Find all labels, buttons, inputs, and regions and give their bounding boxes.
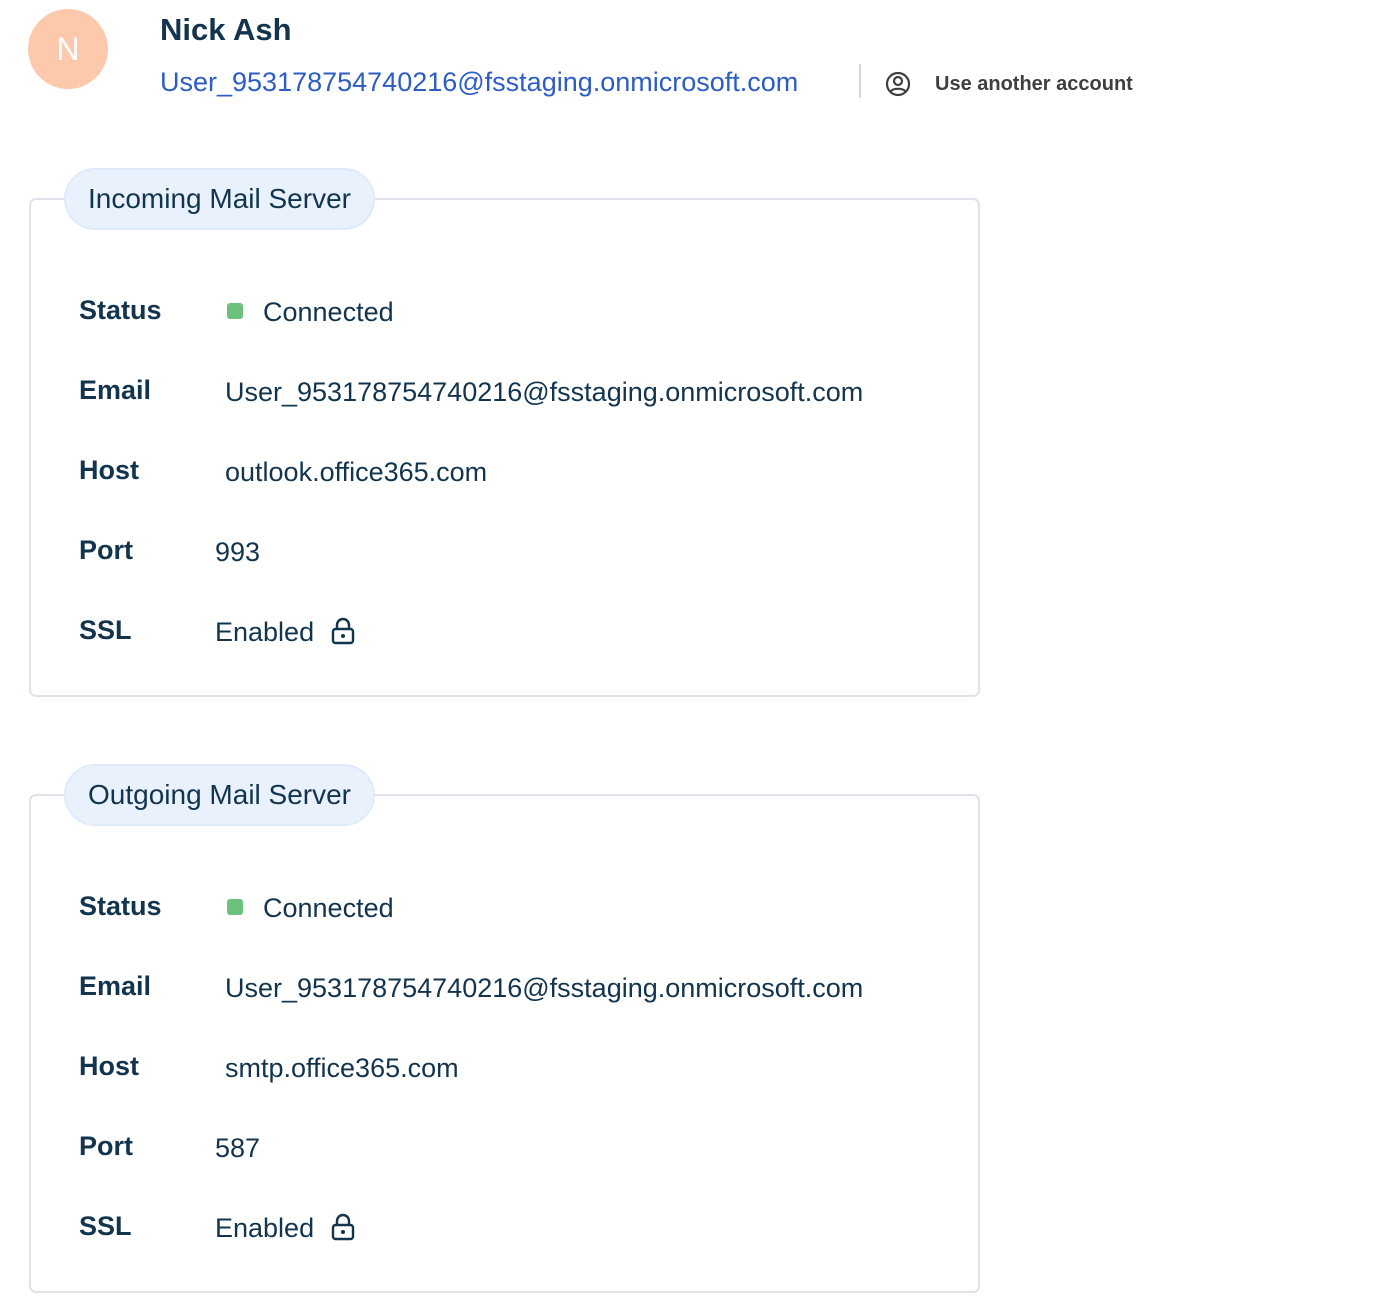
ssl-value: Enabled (215, 612, 356, 652)
status-value: Connected (227, 888, 394, 928)
port-value: 993 (215, 537, 261, 567)
host-value: smtp.office365.com (225, 1053, 459, 1083)
host-value: outlook.office365.com (225, 457, 488, 487)
email-value: User_953178754740216@fsstaging.onmicroso… (225, 377, 864, 407)
outgoing-status-row: Status Connected (79, 886, 959, 926)
outgoing-mail-server-card: Outgoing Mail Server Status Connected Em… (29, 764, 980, 1293)
status-text: Connected (263, 297, 394, 327)
port-label: Port (79, 1131, 133, 1161)
incoming-host-row: Host outlook.office365.com (79, 450, 959, 490)
incoming-port-row: Port 993 (79, 530, 959, 570)
avatar: N (28, 9, 108, 89)
outgoing-port-row: Port 587 (79, 1126, 959, 1166)
header-divider (859, 64, 861, 98)
use-another-account-button[interactable]: Use another account (884, 69, 1133, 99)
use-another-account-label: Use another account (935, 72, 1133, 95)
lock-icon (330, 1212, 356, 1242)
status-text: Connected (263, 893, 394, 923)
outgoing-email-row: Email User_953178754740216@fsstaging.onm… (79, 966, 959, 1006)
status-label: Status (79, 891, 162, 921)
ssl-label: SSL (79, 1211, 132, 1241)
status-value: Connected (227, 292, 394, 332)
status-label: Status (79, 295, 162, 325)
outgoing-mail-server-title: Outgoing Mail Server (64, 764, 376, 826)
outgoing-host-row: Host smtp.office365.com (79, 1046, 959, 1086)
ssl-value: Enabled (215, 1208, 356, 1248)
incoming-ssl-row: SSL Enabled (79, 610, 959, 650)
host-label: Host (79, 1051, 139, 1081)
email-label: Email (79, 375, 152, 405)
account-email-link[interactable]: User_953178754740216@fsstaging.onmicroso… (160, 64, 798, 100)
incoming-mail-server-title: Incoming Mail Server (64, 168, 375, 230)
account-name: Nick Ash (160, 12, 292, 47)
lock-icon (330, 616, 356, 646)
email-label: Email (79, 971, 152, 1001)
status-indicator (227, 302, 243, 319)
account-circle-icon (884, 70, 912, 98)
status-indicator (227, 898, 243, 915)
port-value: 587 (215, 1133, 261, 1163)
incoming-mail-server-card: Incoming Mail Server Status Connected Em… (29, 168, 980, 697)
incoming-status-row: Status Connected (79, 290, 959, 330)
port-label: Port (79, 535, 133, 565)
outgoing-ssl-row: SSL Enabled (79, 1206, 959, 1246)
incoming-email-row: Email User_953178754740216@fsstaging.onm… (79, 370, 959, 410)
ssl-label: SSL (79, 615, 132, 645)
host-label: Host (79, 455, 139, 485)
ssl-text: Enabled (215, 617, 315, 647)
mail-account-settings: N Nick Ash User_953178754740216@fsstagin… (0, 0, 1385, 1309)
email-value: User_953178754740216@fsstaging.onmicroso… (225, 973, 864, 1003)
ssl-text: Enabled (215, 1213, 315, 1243)
